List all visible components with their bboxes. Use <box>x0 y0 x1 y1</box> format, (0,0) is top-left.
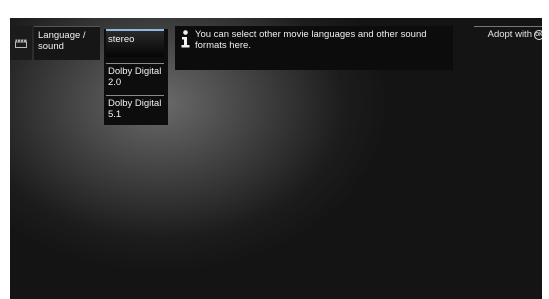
option-stereo[interactable]: stereo <box>106 29 164 57</box>
category-icon-tab[interactable] <box>10 26 32 60</box>
info-icon <box>181 30 190 53</box>
adopt-hint: Adopt with OK <box>474 26 542 40</box>
clapperboard-icon <box>15 38 27 48</box>
adopt-label: Adopt with <box>487 29 532 40</box>
ok-button-icon: OK <box>534 29 542 40</box>
menu-item-language-sound[interactable]: Language / sound <box>34 26 100 60</box>
info-text: You can select other movie languages and… <box>195 29 427 51</box>
option-dolby-digital-5-1[interactable]: Dolby Digital 5.1 <box>106 95 164 125</box>
info-panel: You can select other movie languages and… <box>175 26 453 70</box>
option-label: stereo <box>108 34 135 45</box>
option-dolby-digital-2-0[interactable]: Dolby Digital 2.0 <box>106 63 164 93</box>
option-label: Dolby Digital 2.0 <box>108 66 162 88</box>
option-label: Dolby Digital 5.1 <box>108 98 162 120</box>
tv-screen: Language / sound stereo Dolby Digital 2.… <box>10 18 542 299</box>
menu-item-label: Language / sound <box>38 30 86 52</box>
sound-option-list: stereo Dolby Digital 2.0 Dolby Digital 5… <box>104 29 168 125</box>
